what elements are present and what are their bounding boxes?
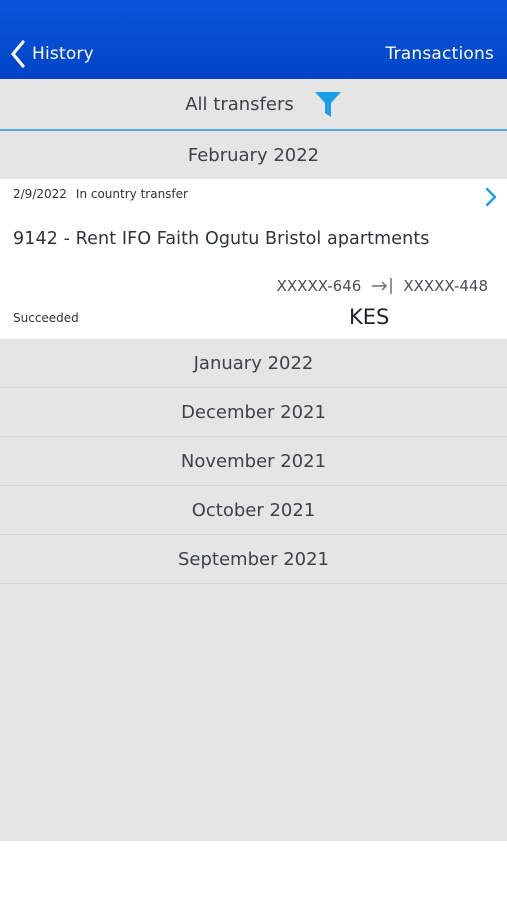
transaction-date: 2/9/2022 [13, 187, 67, 201]
transaction-description: 9142 - Rent IFO Faith Ogutu Bristol apar… [13, 229, 430, 249]
transaction-meta: 2/9/2022 In country transfer [13, 187, 188, 201]
chevron-left-icon [11, 40, 25, 68]
month-row-november-2021[interactable]: November 2021 [0, 437, 507, 486]
back-button[interactable]: History [10, 38, 94, 70]
month-row-september-2021[interactable]: September 2021 [0, 535, 507, 584]
month-row-december-2021[interactable]: December 2021 [0, 388, 507, 437]
month-header-current[interactable]: February 2022 [0, 131, 507, 179]
month-row-october-2021[interactable]: October 2021 [0, 486, 507, 535]
from-account: XXXXX-646 [276, 277, 362, 295]
transaction-currency: KES [349, 305, 390, 329]
transaction-history: All transfers February 2022 2/9/2022 In c… [0, 79, 507, 841]
transaction-accounts: XXXXX-646 XXXXX-448 [277, 277, 488, 295]
transaction-type: In country transfer [75, 187, 188, 201]
month-row-january-2022[interactable]: January 2022 [0, 339, 507, 388]
app-header: History Transactions [0, 0, 507, 79]
transaction-card[interactable]: 2/9/2022 In country transfer 9142 - Rent … [0, 179, 507, 339]
filter-label: All transfers [185, 93, 294, 115]
to-account: XXXXX-448 [403, 277, 488, 295]
filter-icon[interactable] [314, 90, 342, 118]
back-label: History [32, 44, 94, 64]
filter-bar[interactable]: All transfers [0, 79, 507, 131]
transfer-arrow-icon [372, 278, 393, 294]
page-title: Transactions [385, 44, 494, 64]
status-badge: Succeeded [13, 311, 79, 325]
chevron-right-icon[interactable] [485, 187, 497, 207]
